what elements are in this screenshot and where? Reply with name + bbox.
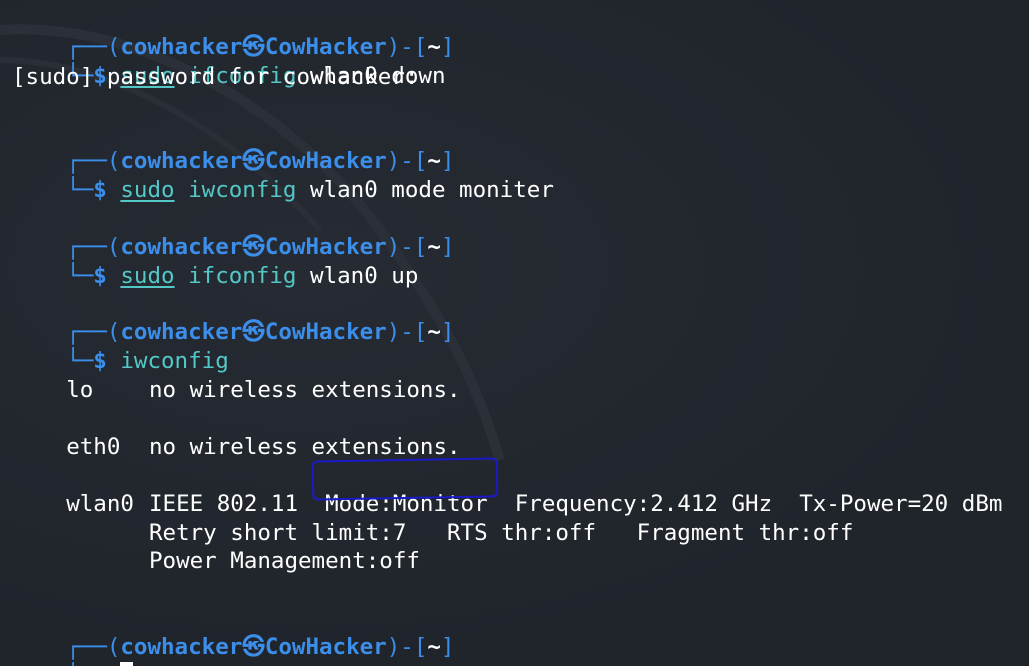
command-line-active[interactable]: └─$ (12, 634, 134, 666)
iface-row-wlan0-3: Power Management:off (12, 519, 1012, 574)
iface-row-wlan0: wlan0 IEEE 802.11 Mode:Monitor Frequency:… (12, 462, 1022, 517)
cmd-exec: ifconfig (188, 263, 297, 289)
command-line-3: └─$ sudo ifconfig wlan0 up (66, 263, 419, 289)
cmd-sudo: sudo (120, 263, 175, 289)
cmd-exec: iwconfig (188, 177, 297, 203)
iface-row-lo: lo no wireless extensions. (12, 348, 1012, 403)
prompt-header-5: ┌──(cowhacker㉿CowHacker)-[~] (66, 634, 455, 660)
terminal-window[interactable]: ┌──(cowhacker㉿CowHacker)-[~] └─$ sudo if… (0, 0, 1029, 666)
iface-name: eth0 (66, 434, 121, 460)
iface-row-eth0: eth0 no wireless extensions. (12, 405, 1012, 460)
text-cursor[interactable] (120, 662, 134, 666)
prompt-header-3: ┌──(cowhacker㉿CowHacker)-[~] (66, 234, 455, 260)
iface-info: Power Management:off (149, 548, 420, 574)
skull-icon: ㉿ (242, 634, 265, 660)
iface-name: lo (66, 377, 94, 403)
iface-info: no wireless extensions. (149, 434, 461, 460)
prompt-header-1: ┌──(cowhacker㉿CowHacker)-[~] (66, 34, 455, 60)
skull-icon: ㉿ (242, 319, 265, 345)
command-line-1: └─$ sudo ifconfig wlan0 down (66, 63, 446, 89)
iface-row-wlan0-2: Retry short limit:7 RTS thr:off Fragment… (12, 491, 1012, 546)
cmd-sudo: sudo (120, 177, 175, 203)
iface-info: no wireless extensions. (149, 377, 461, 403)
command-line-4: └─$ iwconfig (66, 348, 229, 374)
output-line: [sudo] password for cowhacker: (12, 64, 419, 90)
command-line-2: └─$ sudo iwconfig wlan0 mode moniter (66, 177, 554, 203)
cmd-args: wlan0 up (310, 263, 419, 289)
cmd-args: wlan0 mode moniter (310, 177, 554, 203)
prompt-header-2: ┌──(cowhacker㉿CowHacker)-[~] (66, 148, 455, 174)
prompt-header-4: ┌──(cowhacker㉿CowHacker)-[~] (66, 319, 455, 345)
